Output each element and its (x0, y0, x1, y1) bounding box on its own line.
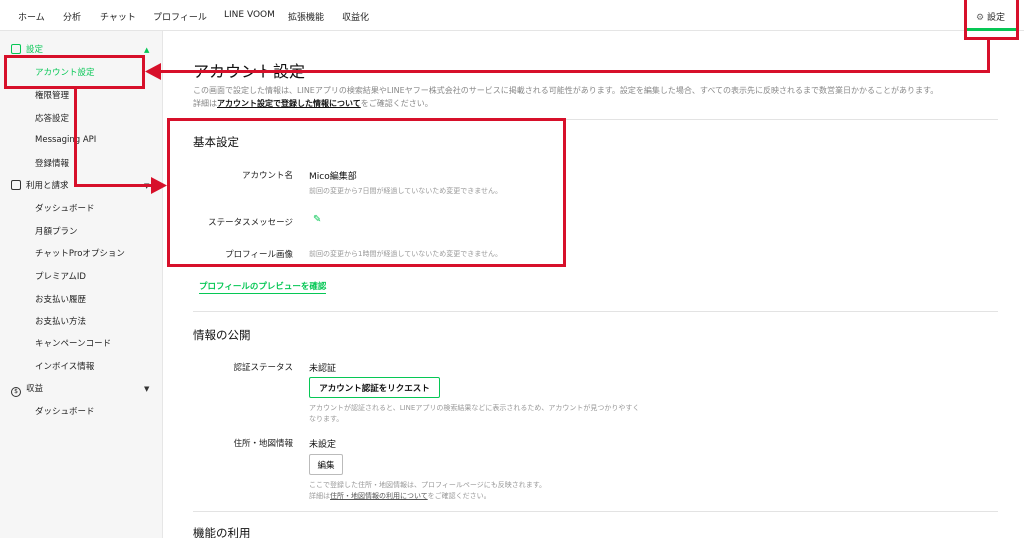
annotation-arrow-line (156, 70, 990, 73)
annotation-box-basic-settings (167, 118, 566, 267)
publish-info-title: 情報の公開 (193, 328, 251, 342)
sidebar-section-settings[interactable]: 設定 (11, 43, 43, 55)
sidebar-section-label: 利用と請求 (26, 181, 69, 191)
sidebar-section-usage-billing[interactable]: 利用と請求 (11, 179, 69, 191)
sidebar-section-label: 収益 (26, 384, 44, 394)
verification-note: アカウントが認証されると、LINEアプリの検索結果などに表示されるため、アカウン… (309, 404, 640, 423)
page-description: この画面で設定した情報は、LINEアプリの検索結果やLINEヤフー株式会社のサー… (193, 86, 939, 108)
annotation-arrowhead-left (145, 63, 161, 80)
sidebar-item-campaign-code[interactable]: キャンペーンコード (35, 337, 111, 349)
sidebar-item-payment-method[interactable]: お支払い方法 (35, 315, 86, 327)
sidebar: 設定 ▲ アカウント設定 権限管理 応答設定 Messaging API 登録情… (0, 31, 163, 538)
nav-profile[interactable]: プロフィール (153, 10, 207, 23)
sidebar-item-response[interactable]: 応答設定 (35, 112, 69, 124)
annotation-arrowhead-right (151, 177, 167, 194)
nav-extensions[interactable]: 拡張機能 (288, 10, 324, 23)
profile-preview-link[interactable]: プロフィールのプレビューを確認 (199, 280, 327, 294)
nav-monetization[interactable]: 収益化 (342, 10, 369, 23)
address-map-label: 住所・地図情報 (233, 439, 293, 449)
chevron-up-icon[interactable]: ▲ (144, 46, 149, 54)
address-info-link[interactable]: 住所・地図情報の利用について (330, 492, 428, 500)
request-verification-button[interactable]: アカウント認証をリクエスト (309, 377, 440, 398)
account-info-link[interactable]: アカウント設定で登録した情報について (217, 99, 361, 108)
main-content: アカウント設定 この画面で設定した情報は、LINEアプリの検索結果やLINEヤフ… (163, 31, 1024, 538)
sidebar-item-monthly-plan[interactable]: 月額プラン (35, 225, 78, 237)
annotation-box-account-settings (4, 55, 145, 89)
sidebar-item-chat-pro[interactable]: チャットProオプション (35, 247, 125, 259)
verification-status-label: 認証ステータス (233, 363, 293, 373)
verification-status-value: 未認証 (309, 364, 337, 374)
sidebar-section-revenue[interactable]: $ 収益 (11, 382, 43, 397)
top-navigation: ホーム 分析 チャット プロフィール LINE VOOM 拡張機能 収益化 ⚙ … (0, 0, 1024, 31)
sidebar-item-permissions[interactable]: 権限管理 (35, 89, 69, 101)
sidebar-item-registration[interactable]: 登録情報 (35, 157, 69, 169)
edit-address-button[interactable]: 編集 (309, 454, 343, 475)
sidebar-item-revenue-dashboard[interactable]: ダッシュボード (35, 405, 95, 417)
dollar-icon: $ (11, 387, 21, 397)
annotation-box-settings-tab (964, 0, 1019, 40)
home-settings-icon (11, 44, 21, 54)
divider (193, 511, 998, 512)
annotation-arrow-line (74, 184, 154, 187)
chevron-down-icon[interactable]: ▼ (144, 385, 149, 393)
features-title: 機能の利用 (193, 526, 251, 538)
sidebar-section-label: 設定 (26, 45, 44, 55)
document-icon (11, 180, 21, 190)
nav-chat[interactable]: チャット (100, 10, 136, 23)
sidebar-item-dashboard[interactable]: ダッシュボード (35, 202, 95, 214)
nav-line-voom[interactable]: LINE VOOM (224, 10, 275, 20)
annotation-arrow-line (74, 89, 77, 186)
sidebar-item-payment-history[interactable]: お支払い履歴 (35, 293, 86, 305)
address-note: ここで登録した住所・地図情報は、プロフィールページにも反映されます。 詳細は住所… (309, 481, 547, 500)
nav-home[interactable]: ホーム (18, 10, 45, 23)
sidebar-item-invoice[interactable]: インボイス情報 (35, 360, 94, 372)
divider (193, 311, 998, 312)
nav-analytics[interactable]: 分析 (63, 10, 81, 23)
sidebar-item-messaging-api[interactable]: Messaging API (35, 135, 96, 145)
sidebar-item-premium-id[interactable]: プレミアムID (35, 270, 86, 282)
annotation-arrow-line (987, 40, 990, 72)
address-map-value: 未設定 (309, 440, 337, 450)
